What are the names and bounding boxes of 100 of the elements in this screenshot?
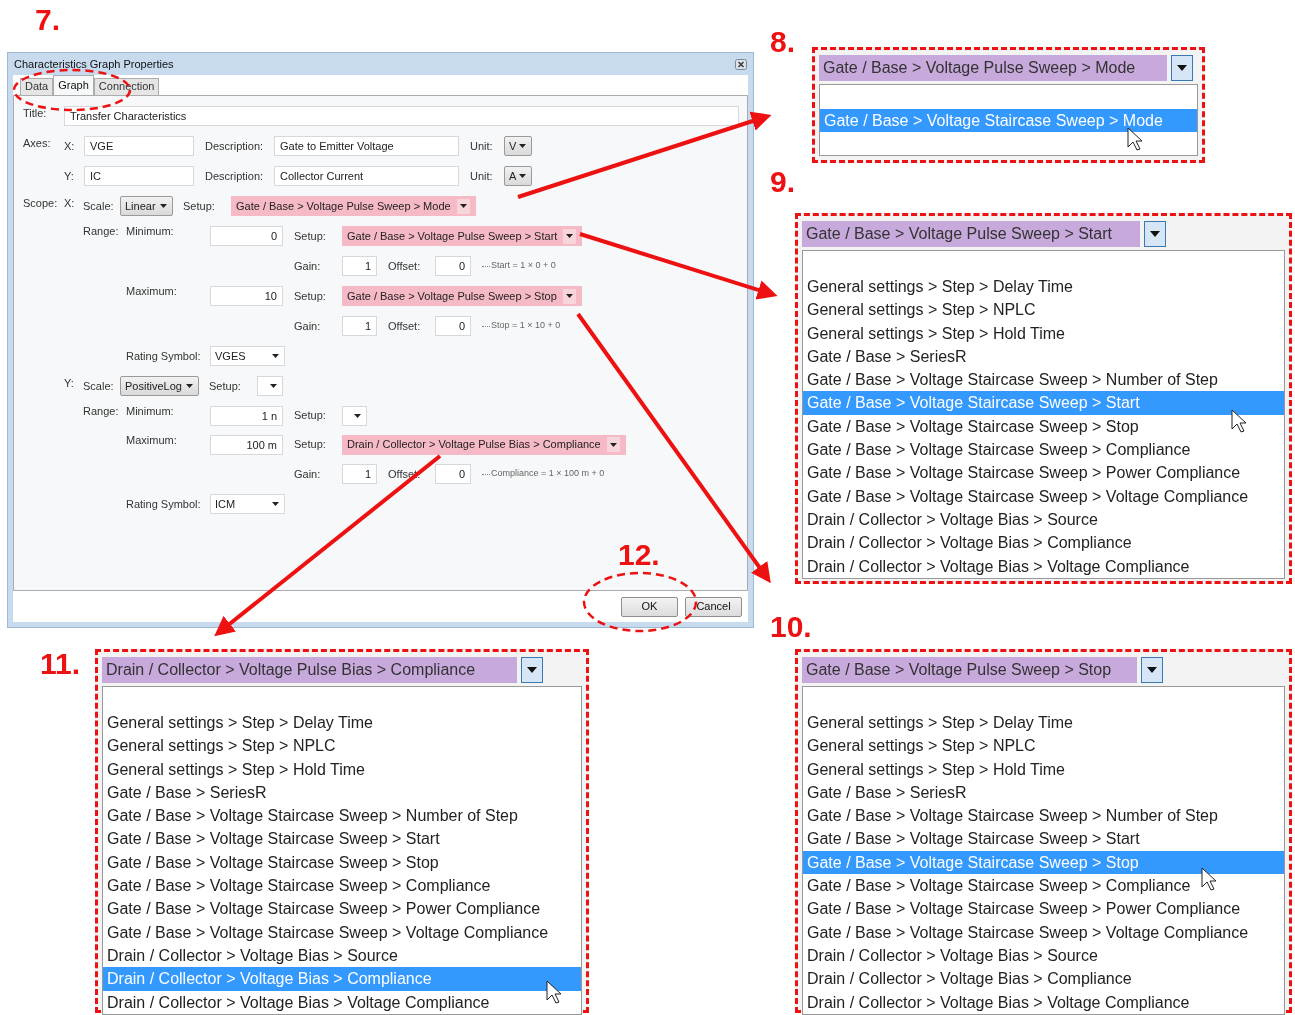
tab[interactable]: Graph — [53, 75, 94, 95]
close-icon[interactable] — [735, 58, 747, 70]
list-item[interactable]: General settings > Step > Hold Time — [103, 757, 581, 781]
mouse-pointer-icon — [546, 980, 562, 1004]
list-item[interactable]: Gate / Base > SeriesR — [803, 344, 1284, 369]
dialog-button[interactable]: Cancel — [685, 596, 742, 617]
text-field[interactable]: 100 m — [210, 434, 283, 455]
text-field[interactable]: 0 — [435, 316, 471, 336]
text-field[interactable]: VGE — [84, 136, 194, 156]
caret-icon — [160, 204, 167, 208]
dialog-button[interactable]: OK — [621, 596, 678, 617]
field-label: Title: — [23, 106, 48, 121]
dropdown-button[interactable] — [1144, 220, 1166, 247]
text-field[interactable]: Transfer Characteristics — [64, 106, 739, 126]
field-label: Maximum: — [126, 284, 178, 299]
field-label: Gain: — [294, 318, 322, 334]
list-item[interactable]: Gate / Base > SeriesR — [803, 780, 1284, 805]
list-item[interactable]: Gate / Base > Voltage Staircase Sweep > Power Compliance — [103, 897, 581, 921]
tab[interactable]: Data — [20, 78, 54, 95]
list-item[interactable]: Gate / Base > Voltage Staircase Sweep > Number of Step — [803, 368, 1284, 392]
list-item[interactable]: General settings > Step > NPLC — [803, 734, 1284, 758]
text-field[interactable]: IC — [84, 166, 194, 186]
leader-line — [482, 265, 490, 267]
list-item[interactable]: General settings > Step > NPLC — [103, 734, 581, 758]
callout-number: 9. — [770, 167, 796, 197]
combo-box[interactable]: Gate / Base > Voltage Pulse Sweep > Mode — [819, 54, 1167, 81]
list-item[interactable]: Gate / Base > Voltage Staircase Sweep > Start — [103, 827, 581, 851]
list-item[interactable]: Gate / Base > Voltage Staircase Sweep > Stop — [103, 850, 581, 875]
list-item[interactable]: Drain / Collector > Voltage Bias > Source — [103, 943, 581, 968]
text-field[interactable]: 0 — [435, 256, 471, 276]
list-item[interactable]: Gate / Base > Voltage Staircase Sweep > Voltage Compliance — [803, 484, 1284, 508]
dropdown-button[interactable] — [521, 656, 543, 683]
list-item[interactable]: Gate / Base > Voltage Staircase Sweep > Compliance — [803, 874, 1284, 898]
text-field[interactable]: Gate to Emitter Voltage — [274, 136, 459, 156]
list-item[interactable]: Gate / Base > Voltage Staircase Sweep > Compliance — [803, 438, 1284, 462]
field-label: Setup: — [294, 408, 327, 424]
list-item[interactable]: Gate / Base > Voltage Staircase Sweep > Voltage Compliance — [803, 920, 1284, 944]
combo-box[interactable]: Gate / Base > Voltage Pulse Sweep > Start — [802, 220, 1140, 247]
field-label: Rating Symbol: — [126, 496, 202, 512]
dropdown[interactable]: Drain / Collector > Voltage Pulse Bias > Compliance — [342, 434, 626, 455]
callout-number: 11. — [40, 649, 81, 679]
list-item[interactable]: Drain / Collector > Voltage Bias > Source — [803, 943, 1284, 968]
dropdown[interactable]: V — [504, 136, 532, 156]
list-item[interactable]: General settings > Step > Hold Time — [803, 321, 1284, 345]
list-item[interactable]: General settings > Step > Delay Time — [803, 275, 1284, 299]
formula-text: Stop = 1 × 10 + 0 — [491, 319, 561, 333]
dropdown[interactable]: A — [504, 166, 532, 186]
dropdown[interactable]: PositiveLog — [120, 376, 199, 396]
text-field[interactable]: 0 — [435, 464, 471, 484]
list-item[interactable]: General settings > Step > Delay Time — [803, 711, 1284, 735]
dropdown[interactable]: Linear — [120, 196, 173, 216]
text-field[interactable]: 1 — [342, 464, 377, 484]
list-item[interactable]: General settings > Step > Delay Time — [103, 711, 581, 735]
list-item[interactable]: Gate / Base > Voltage Staircase Sweep > Voltage Compliance — [103, 920, 581, 944]
callout-number: 8. — [770, 27, 796, 57]
list-item[interactable]: Gate / Base > Voltage Staircase Sweep > Stop — [803, 414, 1284, 439]
list-item[interactable]: Drain / Collector > Voltage Bias > Source — [803, 507, 1284, 532]
list-item[interactable]: General settings > Step > NPLC — [803, 298, 1284, 322]
mouse-pointer-icon — [1231, 409, 1247, 433]
dropdown-button[interactable] — [1171, 54, 1193, 81]
combo-box[interactable]: Drain / Collector > Voltage Pulse Bias > Compliance — [102, 656, 517, 683]
field-label: X: — [64, 138, 76, 154]
field-label: Axes: — [23, 136, 52, 151]
dropdown[interactable]: Gate / Base > Voltage Pulse Sweep > Stop — [342, 286, 582, 306]
dropdown-button[interactable] — [1141, 656, 1163, 683]
list-item[interactable]: Drain / Collector > Voltage Bias > Voltage Compliance — [803, 990, 1284, 1014]
field-label: Y: — [64, 168, 75, 184]
dropdown[interactable] — [257, 376, 283, 396]
list-item[interactable]: Gate / Base > Voltage Staircase Sweep > Power Compliance — [803, 897, 1284, 921]
list-item[interactable]: Drain / Collector > Voltage Bias > Voltage Compliance — [103, 990, 581, 1014]
dropdown[interactable]: Gate / Base > Voltage Pulse Sweep > Mode — [231, 196, 476, 216]
field-label: Setup: — [294, 288, 327, 304]
text-field[interactable]: 0 — [210, 226, 283, 246]
field-label: Unit: — [470, 138, 494, 154]
list-item[interactable]: Gate / Base > Voltage Staircase Sweep > Number of Step — [803, 804, 1284, 828]
list-item[interactable]: Gate / Base > Voltage Staircase Sweep > Compliance — [103, 874, 581, 898]
text-field[interactable]: 1 — [342, 256, 377, 276]
text-field[interactable]: Collector Current — [274, 166, 459, 186]
list-item[interactable]: Drain / Collector > Voltage Bias > Voltage Compliance — [803, 554, 1284, 578]
list-item[interactable]: General settings > Step > Hold Time — [803, 757, 1284, 781]
caret-icon — [354, 413, 361, 418]
field-label: Range: — [83, 224, 120, 239]
text-field[interactable]: 1 — [342, 316, 377, 336]
list-item[interactable]: Gate / Base > Voltage Staircase Sweep > Power Compliance — [803, 461, 1284, 485]
list-item[interactable]: Gate / Base > SeriesR — [103, 780, 581, 805]
dropdown[interactable]: Gate / Base > Voltage Pulse Sweep > Start — [342, 226, 583, 246]
text-field[interactable]: 1 n — [210, 405, 283, 426]
list-item[interactable]: Gate / Base > Voltage Staircase Sweep > Number of Step — [103, 804, 581, 828]
text-field[interactable]: 10 — [210, 286, 283, 306]
dropdown[interactable]: ICM — [210, 494, 285, 514]
list-item[interactable]: Drain / Collector > Voltage Bias > Compliance — [803, 967, 1284, 991]
dropdown[interactable]: VGES — [210, 346, 285, 366]
list-item[interactable]: Gate / Base > Voltage Staircase Sweep > Start — [803, 827, 1284, 851]
list-item[interactable]: Drain / Collector > Voltage Bias > Compliance — [803, 531, 1284, 555]
caret-icon — [272, 502, 279, 506]
combo-box[interactable]: Gate / Base > Voltage Pulse Sweep > Stop — [802, 656, 1137, 683]
dropdown[interactable] — [342, 405, 367, 426]
tab[interactable]: Connection — [93, 78, 160, 95]
caret-icon — [566, 234, 574, 238]
field-label: Scope: — [23, 196, 59, 211]
